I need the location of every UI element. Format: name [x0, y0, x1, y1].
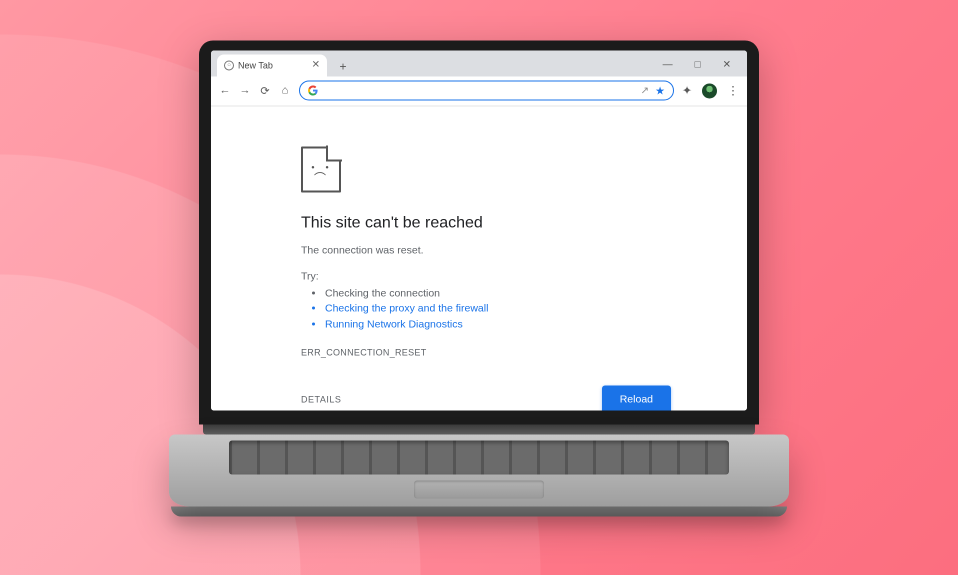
trackpad [414, 480, 544, 498]
favicon-icon: ○ [224, 60, 234, 70]
try-label: Try: [301, 270, 687, 282]
extensions-icon[interactable]: ✦ [682, 83, 692, 97]
reload-page-button[interactable]: Reload [602, 385, 671, 410]
window-close-icon[interactable]: ✕ [723, 60, 731, 70]
laptop-hinge [203, 424, 755, 434]
menu-icon[interactable]: ⋮ [727, 83, 739, 97]
url-input[interactable] [324, 85, 635, 96]
home-button[interactable]: ⌂ [279, 84, 291, 96]
back-button[interactable]: ← [219, 84, 231, 96]
error-message: The connection was reset. [301, 244, 687, 256]
address-bar[interactable]: ↗ ★ [299, 80, 674, 100]
google-icon [308, 85, 318, 95]
browser-tab[interactable]: ○ New Tab ✕ [217, 54, 327, 76]
toolbar: ← → ⟳ ⌂ ↗ ★ ✦ [211, 76, 747, 106]
tab-strip: ○ New Tab ✕ + — □ ✕ [211, 50, 747, 76]
error-title: This site can't be reached [301, 214, 687, 232]
tab-title: New Tab [238, 60, 273, 70]
window-controls: — □ ✕ [653, 54, 741, 76]
browser-window: ○ New Tab ✕ + — □ ✕ ← → ⟳ ⌂ [211, 50, 747, 410]
error-code: ERR_CONNECTION_RESET [301, 347, 687, 357]
reload-button[interactable]: ⟳ [259, 84, 271, 96]
profile-avatar-icon[interactable] [702, 83, 717, 98]
window-maximize-icon[interactable]: □ [695, 60, 701, 70]
bookmark-star-icon[interactable]: ★ [655, 84, 665, 97]
window-minimize-icon[interactable]: — [663, 60, 673, 70]
screen-bezel: ○ New Tab ✕ + — □ ✕ ← → ⟳ ⌂ [199, 40, 759, 424]
laptop-deck [169, 434, 789, 506]
laptop-frame: ○ New Tab ✕ + — □ ✕ ← → ⟳ ⌂ [199, 40, 759, 516]
forward-button[interactable]: → [239, 84, 251, 96]
suggestion-item[interactable]: Checking the proxy and the firewall [325, 302, 687, 318]
suggestion-list: Checking the connectionChecking the prox… [301, 286, 687, 333]
laptop-edge [171, 506, 787, 516]
keyboard [229, 440, 729, 474]
suggestion-item: Checking the connection [325, 286, 687, 302]
new-tab-button[interactable]: + [333, 56, 353, 76]
sad-file-icon: • • ⌒ [301, 146, 341, 192]
tab-close-icon[interactable]: ✕ [312, 59, 320, 70]
page-content: • • ⌒ This site can't be reached The con… [211, 106, 747, 410]
share-url-icon[interactable]: ↗ [641, 85, 649, 96]
details-button[interactable]: DETAILS [301, 394, 341, 404]
suggestion-item[interactable]: Running Network Diagnostics [325, 317, 687, 333]
